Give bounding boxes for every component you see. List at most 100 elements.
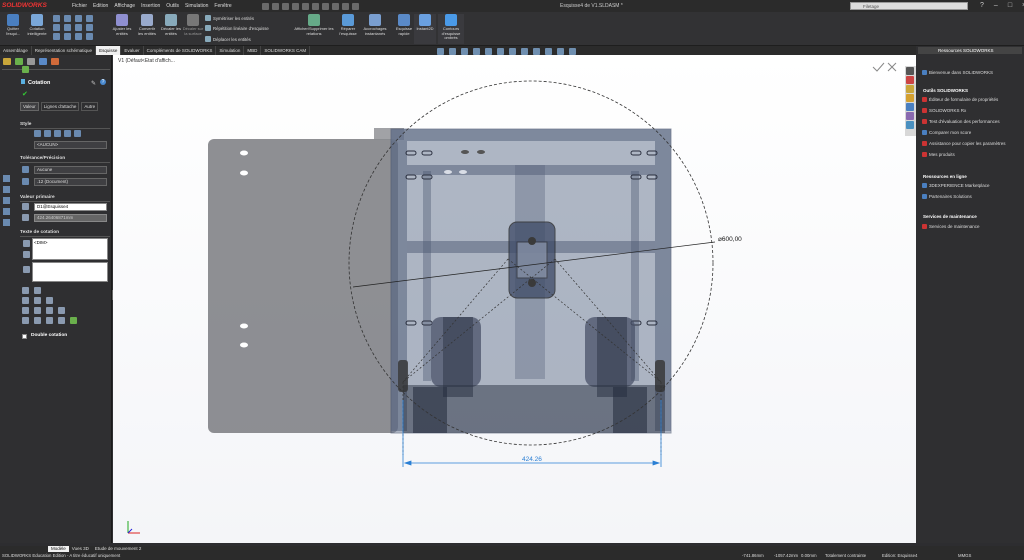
style-section[interactable]: Style	[20, 122, 110, 129]
open-icon[interactable]	[282, 2, 289, 10]
square-symbol-icon[interactable]	[22, 317, 29, 324]
strip-icon[interactable]	[3, 175, 10, 182]
tab-simulation[interactable]: Simulation	[216, 46, 245, 55]
search-input[interactable]: Filetage	[850, 2, 968, 10]
minimize-icon[interactable]: –	[994, 1, 998, 10]
feature-tree-flyout[interactable]: V1 (Défaut<Etat d'affich...	[118, 58, 175, 64]
more-symbols-icon[interactable]	[70, 317, 77, 324]
appearances-icon[interactable]	[906, 112, 914, 120]
view-palette-icon[interactable]	[906, 103, 914, 111]
style-select[interactable]: <AUCUN>	[34, 141, 107, 149]
display-manager-icon[interactable]	[51, 58, 59, 65]
fillet-icon[interactable]	[53, 33, 60, 40]
tool-link[interactable]: Assistance pour copier les paramètres	[922, 141, 1006, 146]
monitor-icon[interactable]	[569, 48, 576, 55]
dim-text-above[interactable]: <DIM>	[32, 238, 108, 260]
maintenance-link[interactable]: Services de maintenance	[922, 224, 980, 229]
circle-icon[interactable]	[53, 24, 60, 31]
ok-check-icon[interactable]: ✔	[22, 90, 28, 98]
zoom-fit-icon[interactable]	[437, 48, 444, 55]
style-update-icon[interactable]	[54, 130, 61, 137]
tab-mbd[interactable]: MBD	[244, 46, 262, 55]
strip-icon[interactable]	[3, 219, 10, 226]
hide-show-icon[interactable]	[521, 48, 528, 55]
units-system[interactable]: MMGS	[958, 553, 971, 558]
tolerance-select[interactable]: Aucune	[34, 166, 107, 174]
text-below-icon[interactable]	[23, 251, 30, 258]
feature-tree-icon[interactable]	[3, 58, 11, 65]
sketch-canvas[interactable]: ⌀600,00 424.26	[113, 55, 916, 543]
primary-value-field[interactable]: 424.26406871mm	[34, 214, 107, 222]
help-icon[interactable]: ?	[100, 79, 106, 85]
dimension-text-section[interactable]: Texte de cotation	[20, 230, 110, 237]
format-icon[interactable]	[22, 287, 29, 294]
subtab-lignes[interactable]: Lignes d'attache	[40, 102, 80, 111]
tab-assemblage[interactable]: Assemblage	[0, 46, 32, 55]
print-icon[interactable]	[302, 2, 309, 10]
edit-appearance-icon[interactable]	[533, 48, 540, 55]
tool-link[interactable]: SOLIDWORKS Rx	[922, 108, 966, 113]
strip-icon[interactable]	[3, 186, 10, 193]
save-icon[interactable]	[292, 2, 299, 10]
custom-properties-icon[interactable]	[906, 121, 914, 129]
style-save-icon[interactable]	[74, 130, 81, 137]
subtab-valeur[interactable]: Valeur	[20, 102, 39, 111]
home-icon[interactable]	[262, 2, 269, 10]
display-style-icon[interactable]	[509, 48, 516, 55]
primary-value-section[interactable]: Valeur primaire	[20, 195, 110, 202]
online-link[interactable]: 3DEXPERIENCE Marketplace	[922, 183, 990, 188]
undo-icon[interactable]	[312, 2, 319, 10]
display-relations-button[interactable]: Afficher/Supprimer les relations	[292, 14, 336, 44]
strip-icon[interactable]	[3, 208, 10, 215]
smart-dimension-button[interactable]: Cotation intelligente	[26, 14, 48, 44]
file-explorer-icon[interactable]	[906, 94, 914, 102]
offset-on-surface-button[interactable]: Décaler sur la surface	[182, 14, 204, 44]
redo-icon[interactable]	[322, 2, 329, 10]
style-apply-icon[interactable]	[34, 130, 41, 137]
countersink-icon[interactable]	[46, 317, 53, 324]
section-view-icon[interactable]	[473, 48, 480, 55]
view-settings-icon[interactable]	[557, 48, 564, 55]
repair-sketch-button[interactable]: Réparer l'esquisse	[337, 14, 359, 44]
home-icon[interactable]	[906, 67, 914, 75]
solidworks-logo[interactable]: SOLIDWORKS	[2, 1, 62, 11]
plane-icon[interactable]	[75, 33, 82, 40]
options-icon[interactable]	[352, 2, 359, 10]
double-dim-checkbox[interactable]	[22, 334, 27, 339]
diameter-symbol-icon[interactable]	[22, 307, 29, 314]
align-center-icon[interactable]	[34, 297, 41, 304]
polygon-icon[interactable]	[86, 15, 93, 22]
rapid-sketch-button[interactable]: Esquisse rapide	[393, 14, 415, 44]
precision-select[interactable]: .12 (Document)	[34, 178, 107, 186]
strip-icon[interactable]	[3, 197, 10, 204]
tool-link[interactable]: Comparer mon score	[922, 130, 971, 135]
previous-view-icon[interactable]	[461, 48, 468, 55]
menu-item-fichier[interactable]: Fichier	[72, 3, 87, 9]
pin-icon[interactable]: ✎	[91, 80, 96, 87]
menu-item-affichage[interactable]: Affichage	[114, 3, 135, 9]
linear-pattern-button[interactable]: Répétition linéaire d'esquisse	[205, 25, 269, 31]
tab-representation-schematique[interactable]: Représentation schématique	[32, 46, 97, 55]
diameter-dimension[interactable]: ⌀600,00	[718, 236, 742, 243]
tab-esquisse[interactable]: Esquisse	[96, 46, 122, 55]
dynamic-annotation-icon[interactable]	[485, 48, 492, 55]
new-file-icon[interactable]	[272, 2, 279, 10]
tool-link[interactable]: Éditeur de formulaire de propriétés	[922, 97, 998, 102]
counterbore-icon[interactable]	[34, 317, 41, 324]
design-library-icon[interactable]	[906, 85, 914, 93]
centerline-symbol-icon[interactable]	[58, 307, 65, 314]
quick-snaps-button[interactable]: Accrochages instantanés	[360, 14, 390, 44]
help-icon[interactable]: ?	[980, 1, 984, 10]
online-link[interactable]: Partenaires Solutions	[922, 194, 972, 199]
slot-icon[interactable]	[75, 15, 82, 22]
tab-evaluer[interactable]: Evaluer	[121, 46, 144, 55]
text-bottom-icon[interactable]	[23, 266, 30, 273]
degree-symbol-icon[interactable]	[34, 307, 41, 314]
text-above-icon[interactable]	[23, 240, 30, 247]
subtab-autre[interactable]: Autre	[81, 102, 99, 111]
restore-icon[interactable]: □	[1008, 1, 1012, 10]
rectangle-icon[interactable]	[64, 15, 71, 22]
plusminus-symbol-icon[interactable]	[46, 307, 53, 314]
menu-item-fenetre[interactable]: Fenêtre	[214, 3, 231, 9]
line-icon[interactable]	[53, 15, 60, 22]
